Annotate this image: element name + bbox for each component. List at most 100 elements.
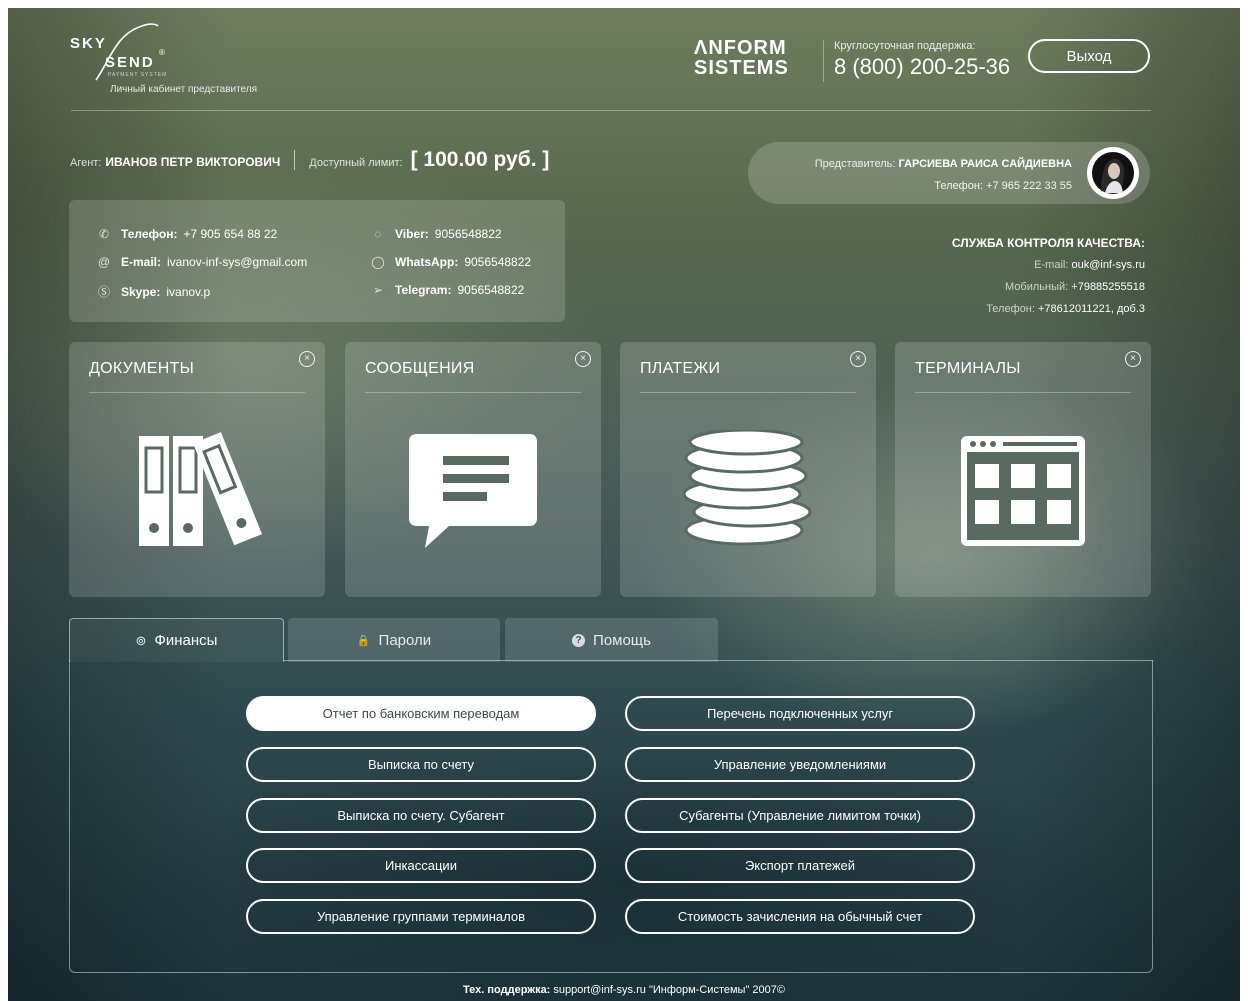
bank-transfers-report-button[interactable]: Отчет по банковским переводам [246, 696, 596, 731]
quality-mobile-value: +79885255518 [1071, 281, 1145, 293]
avatar[interactable] [1087, 147, 1139, 199]
quality-mobile: Мобильный: +79885255518 [1005, 281, 1145, 293]
connected-services-button[interactable]: Перечень подключенных услуг [625, 696, 975, 731]
tile-terminals[interactable]: ТЕРМИНАЛЫ × [895, 342, 1151, 597]
finance-panel [69, 660, 1153, 973]
partner-logo: ɅNFORM SISTEMS [694, 38, 789, 78]
panel-top-border [284, 660, 1153, 661]
footer-label: Тех. поддержка: [463, 984, 551, 996]
tile-documents[interactable]: ДОКУМЕНТЫ × [69, 342, 325, 597]
agent-label: Агент: [70, 157, 102, 169]
subagents-limit-button[interactable]: Субагенты (Управление лимитом точки) [625, 798, 975, 833]
tile-rule [640, 392, 856, 393]
contact-phone-value: +7 905 654 88 22 [183, 227, 278, 241]
agent-info: Агент: ИВАНОВ ПЕТР ВИКТОРОВИЧ Доступный … [70, 148, 549, 172]
footer: Тех. поддержка: support@inf-sys.ru "Инфо… [8, 984, 1240, 996]
logo-tagline: Личный кабинет представителя [110, 84, 258, 95]
tile-rule [915, 392, 1131, 393]
terminal-grid-icon [961, 436, 1085, 546]
tab-help-label: Помощь [593, 631, 651, 649]
close-icon[interactable]: × [575, 351, 591, 367]
quality-email-value: ouk@inf-sys.ru [1071, 259, 1145, 271]
tab-passwords-label: Пароли [378, 631, 432, 649]
tile-rule [89, 392, 305, 393]
contact-telegram-label: Telegram: [395, 283, 452, 297]
skype-icon: Ⓢ [97, 285, 110, 299]
help-icon: ? [572, 633, 586, 647]
tile-title: ДОКУМЕНТЫ [89, 360, 195, 377]
agent-name: ИВАНОВ ПЕТР ВИКТОРОВИЧ [105, 155, 281, 169]
tile-messages[interactable]: СООБЩЕНИЯ × [345, 342, 601, 597]
support-phone: 8 (800) 200-25-36 [834, 54, 1011, 79]
logo-registered-mark: ® [159, 48, 165, 57]
contact-viber-value: 9056548822 [434, 227, 502, 241]
binders-icon [139, 432, 263, 546]
quality-phone: Телефон: +78612011221, доб.3 [986, 303, 1145, 315]
contact-whatsapp-value: 9056548822 [464, 255, 532, 269]
contact-whatsapp: ◯ WhatsApp: 9056548822 [371, 255, 531, 269]
coins-icon [682, 430, 812, 546]
tile-title: ТЕРМИНАЛЫ [915, 360, 1021, 377]
quality-mobile-label: Мобильный: [1005, 281, 1069, 293]
viber-icon: ◌ [374, 227, 382, 241]
phone-icon: ✆ [98, 227, 110, 241]
quality-email-label: E-mail: [1034, 259, 1069, 271]
tile-rule [365, 392, 581, 393]
representative-phone-label: Телефон: [934, 180, 983, 192]
collections-button[interactable]: Инкассации [246, 848, 596, 883]
contact-viber-label: Viber: [395, 227, 429, 241]
representative-label: Представитель: [814, 158, 896, 170]
representative-name-line: Представитель: ГАРСИЕВА РАИСА САЙДИЕВНА [815, 158, 1072, 170]
contact-skype-value: ivanov.p [166, 284, 211, 299]
lock-icon: 🔒 [356, 634, 371, 647]
regular-account-cost-button[interactable]: Стоимость зачисления на обычный счет [625, 899, 975, 934]
contact-viber: ◌ Viber: 9056548822 [371, 227, 502, 241]
logout-button[interactable]: Выход [1028, 39, 1150, 73]
contact-skype-label: Skype: [121, 284, 161, 299]
tab-passwords[interactable]: 🔒 Пароли [288, 618, 500, 662]
terminal-groups-button[interactable]: Управление группами терминалов [246, 899, 596, 934]
notifications-button[interactable]: Управление уведомлениями [625, 747, 975, 782]
contact-phone-label: Телефон: [121, 227, 178, 241]
quality-phone-label: Телефон: [986, 303, 1035, 315]
whatsapp-icon: ◯ [371, 255, 385, 269]
quality-phone-value: +78612011221, доб.3 [1037, 303, 1145, 315]
gear-icon: ⊚ [135, 632, 147, 648]
quality-title: СЛУЖБА КОНТРОЛЯ КАЧЕСТВА: [951, 236, 1145, 250]
subagent-statement-button[interactable]: Выписка по счету. Субагент [246, 798, 596, 833]
contact-email: @ E-mail: ivanov-inf-sys@gmail.com [97, 255, 307, 269]
tile-title: ПЛАТЕЖИ [640, 360, 721, 377]
logo-subtitle: PAYMENT SYSTEM [108, 72, 168, 78]
tile-payments[interactable]: ПЛАТЕЖИ × [620, 342, 876, 597]
tab-help[interactable]: ? Помощь [505, 618, 718, 662]
message-icon [409, 434, 537, 548]
agent-contacts: ✆ Телефон: +7 905 654 88 22 @ E-mail: iv… [69, 200, 565, 322]
tile-title: СООБЩЕНИЯ [365, 360, 475, 377]
contact-phone: ✆ Телефон: +7 905 654 88 22 [97, 227, 277, 241]
contact-telegram: ➢ Telegram: 9056548822 [371, 283, 524, 297]
export-payments-button[interactable]: Экспорт платежей [625, 848, 975, 883]
account-statement-button[interactable]: Выписка по счету [246, 747, 596, 782]
limit-value: [ 100.00 руб. ] [410, 148, 550, 171]
footer-text: support@inf-sys.ru "Информ-Системы" 2007… [553, 984, 785, 996]
contact-email-value: ivanov-inf-sys@gmail.com [167, 255, 308, 269]
representative-phone: +7 965 222 33 55 [986, 180, 1072, 192]
partner-logo-line2: SISTEMS [694, 57, 789, 79]
avatar-photo-icon [1092, 152, 1134, 194]
header-rule [71, 110, 1151, 111]
close-icon[interactable]: × [850, 351, 866, 367]
app-frame: SKY SEND ® PAYMENT SYSTEM Личный кабинет… [8, 8, 1240, 1001]
limit-label: Доступный лимит: [309, 157, 403, 169]
close-icon[interactable]: × [1125, 351, 1141, 367]
contact-whatsapp-label: WhatsApp: [395, 255, 459, 269]
contact-skype: Ⓢ Skype: ivanov.p [97, 283, 210, 300]
tab-finance-label: Финансы [154, 632, 218, 649]
tab-finance[interactable]: ⊚ Финансы [69, 618, 284, 662]
logo-send-text: SEND [105, 54, 155, 71]
contact-telegram-value: 9056548822 [457, 283, 525, 297]
partner-logo-line1: ɅNFORM [694, 37, 787, 59]
header-divider [823, 40, 824, 82]
telegram-icon: ➢ [372, 283, 384, 297]
contact-email-label: E-mail: [121, 255, 162, 269]
close-icon[interactable]: × [299, 351, 315, 367]
